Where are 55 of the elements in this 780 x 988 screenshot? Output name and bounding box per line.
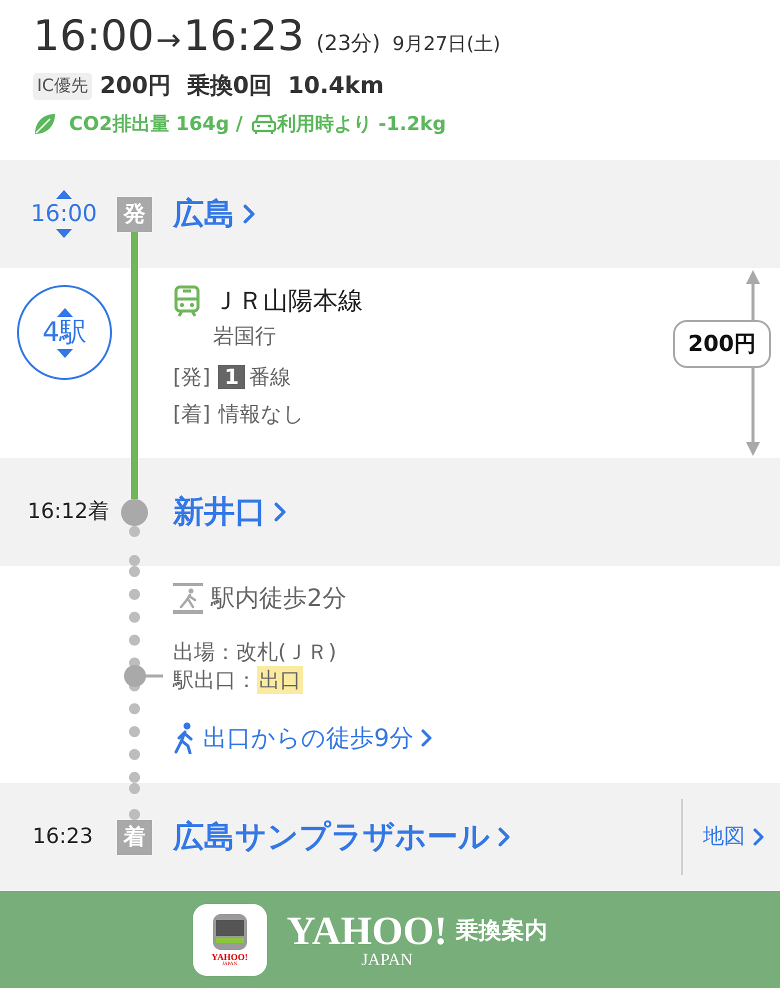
chevron-icon [498, 826, 510, 848]
stop-count-button[interactable]: 4駅 [17, 285, 112, 380]
station-link[interactable]: 新井口 [173, 488, 286, 536]
station-time: 16:23 [32, 823, 93, 850]
service-name: 乗換案内 [455, 916, 548, 946]
app-icon-brand: YAHOO! [212, 952, 248, 962]
fare-label: 200円 [673, 320, 771, 368]
chevron-icon [274, 501, 286, 523]
departure-label: [発] [173, 364, 210, 390]
exit-point-marker [123, 664, 163, 688]
car-icon [250, 112, 277, 135]
departure-time[interactable]: 16:00 [30, 199, 97, 229]
direction: 岩国行 [212, 322, 277, 350]
line-name: ＪＲ山陽本線 [213, 285, 363, 317]
down-triangle-icon[interactable] [56, 348, 74, 358]
walk-route-link[interactable]: 出口からの徒歩9分 [173, 720, 432, 756]
car-comparison: 利用時より -1.2kg [276, 112, 446, 136]
arrow-symbol: → [156, 22, 182, 60]
station-marker: 発 [117, 196, 152, 232]
exit-gate: 出場：改札(ＪＲ) [173, 639, 338, 666]
departure-time: 16:00 [33, 10, 154, 62]
arrival-time: 16:23 [183, 10, 304, 62]
station-time: 16:12着 [27, 498, 109, 526]
leaf-icon [33, 112, 57, 136]
duration: (23分) [316, 30, 380, 57]
transfer-count: 乗換0回 [186, 72, 272, 101]
arrival-label: [着] [173, 401, 210, 428]
up-triangle-icon[interactable] [54, 189, 73, 199]
exit-label: 駅出口： [173, 667, 257, 694]
distance: 10.4km [288, 72, 384, 101]
total-fare: 200円 [100, 72, 171, 101]
map-link[interactable]: 地図 [703, 821, 764, 853]
arrival-info: 情報なし [218, 401, 304, 428]
walk-in-station: 駅内徒歩2分 [211, 583, 346, 614]
walking-person-icon [173, 722, 195, 754]
station-marker: 着 [117, 820, 152, 854]
travel-date: 9月27日(土) [392, 32, 500, 57]
chevron-icon [243, 203, 256, 225]
station-link[interactable]: 広島サンプラザホール [173, 814, 510, 860]
time-adjuster[interactable]: 16:00 [30, 189, 97, 239]
platform-suffix: 番線 [249, 364, 292, 390]
train-icon [173, 284, 201, 317]
exit-name: 出口 [257, 666, 303, 694]
up-triangle-icon[interactable] [56, 306, 74, 316]
platform-number: 1 [218, 365, 246, 390]
train-front-icon [210, 912, 249, 952]
brand-sub-text: JAPAN [361, 950, 413, 968]
down-triangle-icon[interactable] [54, 229, 73, 239]
brand-logo-text: YAHOO! [286, 910, 448, 950]
station-link[interactable]: 広島 [173, 190, 256, 238]
chevron-icon [753, 827, 764, 847]
station-walk-icon [173, 581, 203, 615]
co2-emission: CO2排出量 164g / [69, 112, 243, 136]
chevron-icon [421, 728, 432, 748]
ic-priority-badge: IC優先 [33, 72, 92, 100]
